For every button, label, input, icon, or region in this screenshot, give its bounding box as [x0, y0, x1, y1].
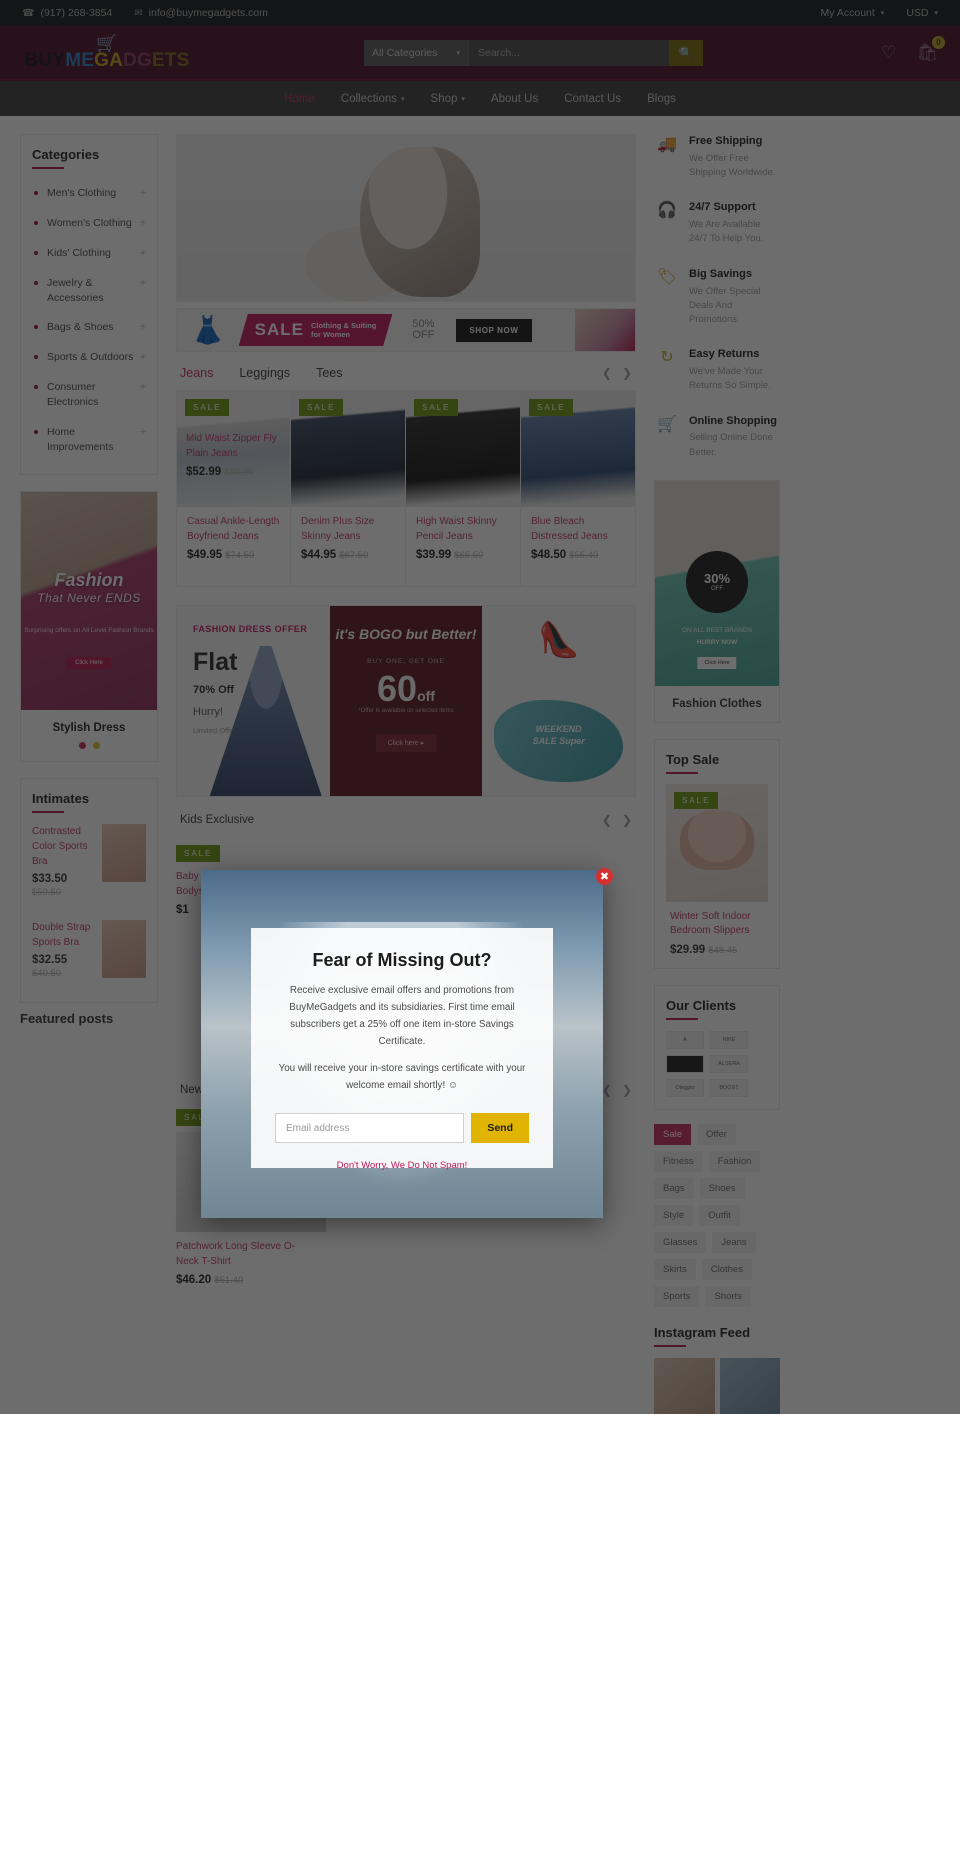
modal-footer-note: Don't Worry, We Do Not Spam! — [336, 1160, 468, 1172]
modal-body-1: Receive exclusive email offers and promo… — [289, 985, 515, 1047]
send-button[interactable]: Send — [471, 1113, 529, 1144]
modal-body-2: You will receive your in-store savings c… — [278, 1063, 526, 1092]
newsletter-modal: Fear of Missing Out? Receive exclusive e… — [201, 870, 603, 1218]
newsletter-form: Send — [275, 1113, 529, 1144]
page-root: ☎ (917) 268-3854 ✉ info@buymegadgets.com… — [0, 0, 960, 1414]
modal-content: Fear of Missing Out? Receive exclusive e… — [251, 928, 553, 1172]
modal-heading: Fear of Missing Out? — [312, 950, 492, 970]
modal-close-wrapper: ✖ — [596, 868, 613, 885]
email-field[interactable] — [275, 1113, 465, 1144]
close-icon[interactable]: ✖ — [596, 868, 613, 885]
